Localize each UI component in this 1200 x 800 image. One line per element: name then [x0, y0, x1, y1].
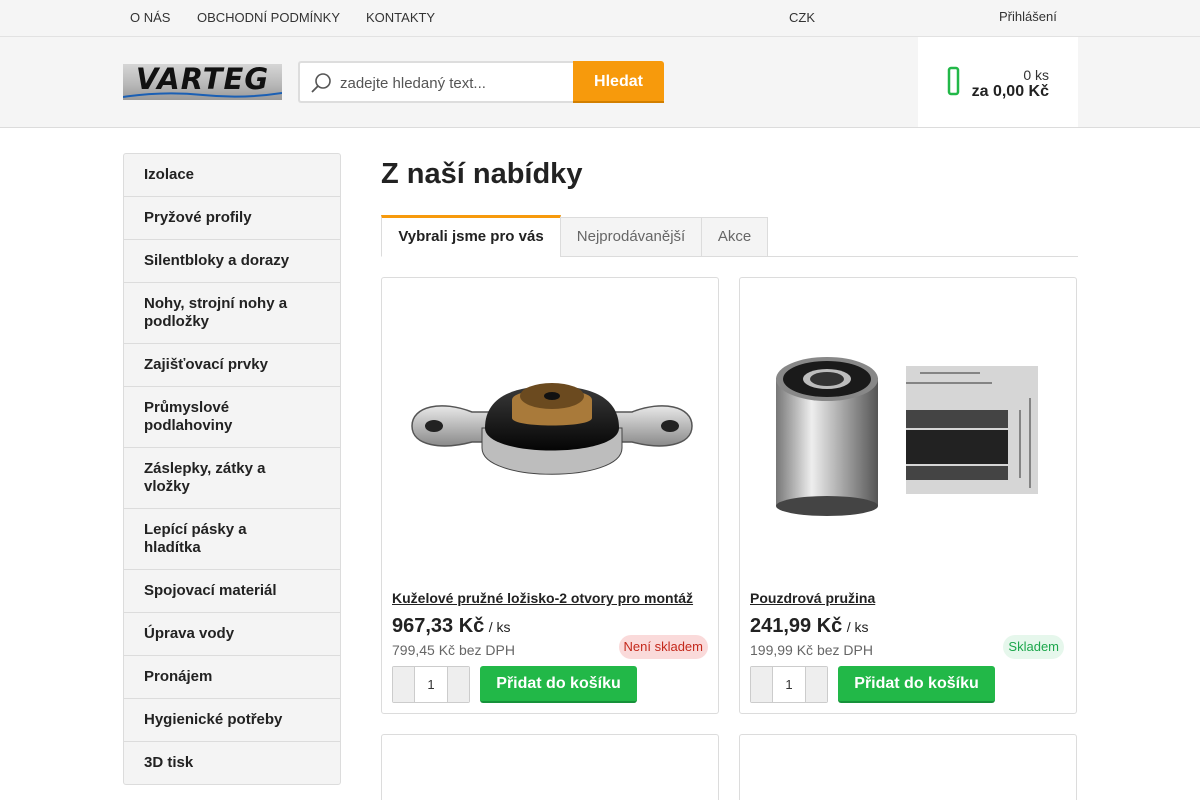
price-unit: / ks: [846, 619, 869, 635]
product-card: Kuželové pružné ložisko-2 otvory pro mon…: [381, 277, 719, 714]
sidebar-item-label: Hygienické potřeby: [144, 711, 283, 728]
add-to-cart-button[interactable]: Přidat do košíku: [480, 666, 637, 703]
quantity-input[interactable]: 1: [773, 667, 805, 702]
sidebar-item-label: Spojovací materiál: [144, 582, 277, 599]
bushing-spring-image[interactable]: [740, 278, 1076, 588]
nav-link-about[interactable]: O NÁS: [130, 10, 170, 25]
product-card: Pouzdrová pružina 241,99 Kč / ks 199,99 …: [739, 277, 1077, 714]
tab-recommended[interactable]: Vybrali jsme pro vás: [381, 215, 561, 257]
logo[interactable]: VARTEG: [123, 64, 282, 100]
product-price: 241,99 Kč / ks: [750, 615, 869, 638]
sidebar-item-zajistovaci-prvky[interactable]: Zajišťovací prvky: [124, 344, 340, 387]
product-name[interactable]: Pouzdrová pružina: [750, 590, 875, 606]
product-card: [739, 734, 1077, 800]
plus-icon[interactable]: [805, 667, 827, 702]
sidebar-item-label: Pryžové profily: [144, 209, 252, 226]
cart[interactable]: 0 ks za 0,00 Kč: [918, 37, 1078, 127]
search-button[interactable]: Hledat: [573, 61, 664, 103]
minus-icon[interactable]: [751, 667, 773, 702]
stock-badge: Skladem: [1003, 635, 1064, 659]
logo-wave-icon: [123, 92, 282, 98]
product-name[interactable]: Kuželové pružné ložisko-2 otvory pro mon…: [392, 590, 693, 606]
nav-link-terms[interactable]: OBCHODNÍ PODMÍNKY: [197, 10, 340, 25]
sidebar-item-podlahoviny[interactable]: Průmyslové podlahoviny: [124, 387, 340, 448]
search-icon: [311, 73, 331, 93]
sidebar-item-spojovaci-material[interactable]: Spojovací materiál: [124, 570, 340, 613]
tab-sale[interactable]: Akce: [701, 217, 768, 257]
price-without-vat: 199,99 Kč bez DPH: [750, 642, 873, 658]
sidebar-item-label: Nohy, strojní nohy a podložky: [144, 295, 288, 330]
sidebar-item-label: Izolace: [144, 166, 195, 183]
sidebar-item-zaslepky[interactable]: Záslepky, zátky a vložky: [124, 448, 340, 509]
cart-quantity: 0 ks: [1023, 67, 1049, 83]
price-value: 967,33 Kč: [392, 615, 485, 637]
cart-icon: [947, 66, 960, 96]
conical-bearing-image[interactable]: [382, 278, 718, 588]
nav-link-contacts[interactable]: KONTAKTY: [366, 10, 435, 25]
product-price: 967,33 Kč / ks: [392, 615, 511, 638]
sidebar-item-lepici-pasky[interactable]: Lepící pásky a hladítka: [124, 509, 340, 570]
currency-label: CZK: [789, 10, 815, 25]
sidebar-item-label: Pronájem: [144, 668, 213, 685]
category-sidebar: Izolace Pryžové profily Silentbloky a do…: [123, 153, 341, 785]
login-label: Přihlášení: [999, 9, 1057, 24]
sidebar-item-label: 3D tisk: [144, 754, 194, 771]
sidebar-item-label: Silentbloky a dorazy: [144, 252, 290, 269]
quantity-stepper: 1: [750, 666, 828, 703]
sidebar-item-izolace[interactable]: Izolace: [124, 154, 340, 197]
stock-badge: Není skladem: [618, 635, 708, 659]
quantity-input[interactable]: 1: [415, 667, 447, 702]
sidebar-item-uprava-vody[interactable]: Úprava vody: [124, 613, 340, 656]
sidebar-item-pryzove-profily[interactable]: Pryžové profily: [124, 197, 340, 240]
top-bar: O NÁS OBCHODNÍ PODMÍNKY KONTAKTY CZK Při…: [0, 0, 1200, 37]
page-title: Z naší nabídky: [381, 158, 583, 190]
price-value: 241,99 Kč: [750, 615, 843, 637]
sidebar-item-pronajem[interactable]: Pronájem: [124, 656, 340, 699]
header: VARTEG Hledat 0 ks za 0,00 Kč: [0, 37, 1200, 128]
cart-total: za 0,00 Kč: [971, 83, 1049, 100]
price-without-vat: 799,45 Kč bez DPH: [392, 642, 515, 658]
sidebar-item-label: Průmyslové podlahoviny: [144, 399, 233, 434]
search-box: [298, 61, 574, 103]
add-to-cart-button[interactable]: Přidat do košíku: [838, 666, 995, 703]
sidebar-item-label: Úprava vody: [144, 625, 235, 642]
minus-icon[interactable]: [393, 667, 415, 702]
sidebar-item-silentbloky[interactable]: Silentbloky a dorazy: [124, 240, 340, 283]
currency-selector[interactable]: CZK: [789, 10, 815, 25]
sidebar-item-hygienicke-potreby[interactable]: Hygienické potřeby: [124, 699, 340, 742]
sidebar-item-label: Záslepky, zátky a vložky: [144, 460, 266, 495]
plus-icon[interactable]: [447, 667, 469, 702]
search-button-shadow: [573, 101, 664, 103]
quantity-stepper: 1: [392, 666, 470, 703]
login-link[interactable]: Přihlášení: [999, 9, 1057, 24]
tab-bestsellers[interactable]: Nejprodávanější: [560, 217, 702, 257]
price-unit: / ks: [488, 619, 511, 635]
sidebar-item-label: Lepící pásky a hladítka: [144, 521, 247, 556]
sidebar-item-3d-tisk[interactable]: 3D tisk: [124, 742, 340, 784]
search-input[interactable]: [340, 73, 565, 93]
product-card: [381, 734, 719, 800]
sidebar-item-nohy[interactable]: Nohy, strojní nohy a podložky: [124, 283, 340, 344]
sidebar-item-label: Zajišťovací prvky: [144, 356, 268, 373]
